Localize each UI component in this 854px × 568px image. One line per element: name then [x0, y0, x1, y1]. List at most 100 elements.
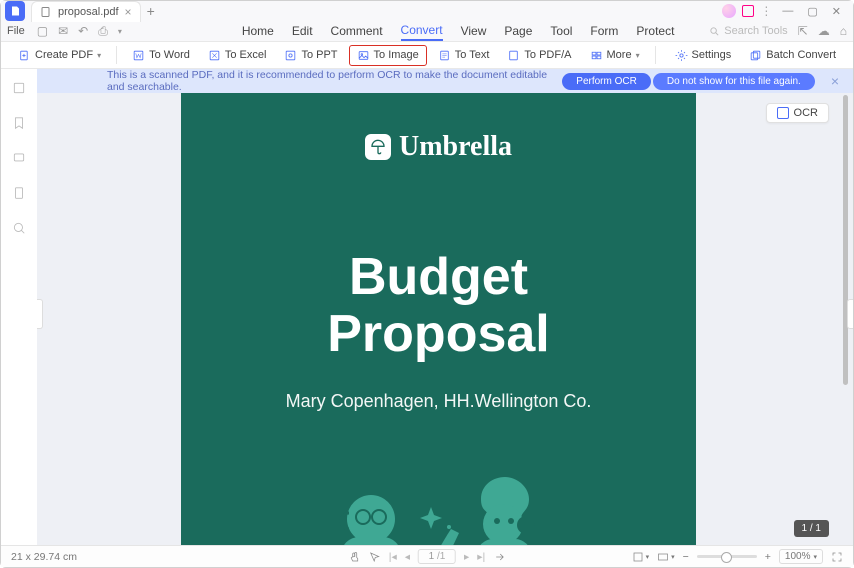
mail-icon[interactable]: ✉: [58, 24, 68, 38]
undo-icon[interactable]: ↶: [78, 24, 88, 38]
zoom-value[interactable]: 100%▾: [779, 549, 823, 564]
to-excel-button[interactable]: To Excel: [201, 46, 274, 65]
home-icon[interactable]: ⌂: [840, 24, 847, 38]
image-icon: [357, 49, 370, 62]
batch-icon: [749, 49, 762, 62]
ribbon-toolbar: Create PDF ▾ To Word To Excel To PPT To …: [1, 41, 853, 69]
pdf-tab-icon: [40, 6, 52, 18]
umbrella-icon: [365, 134, 391, 160]
new-tab-button[interactable]: +: [147, 3, 155, 19]
tab-tool[interactable]: Tool: [550, 22, 572, 40]
comments-icon[interactable]: [12, 151, 26, 168]
page-dimensions: 21 x 29.74 cm: [11, 551, 77, 563]
fullscreen-icon[interactable]: [831, 551, 843, 563]
dont-show-button[interactable]: Do not show for this file again.: [653, 73, 815, 90]
window-maximize[interactable]: ▢: [807, 5, 817, 18]
page-number-input[interactable]: 1 /1: [418, 549, 456, 564]
create-pdf-icon: [18, 49, 31, 62]
last-page-icon[interactable]: ▸|: [477, 551, 485, 563]
document-canvas[interactable]: This is a scanned PDF, and it is recomme…: [37, 69, 853, 545]
hand-tool-icon[interactable]: [349, 551, 361, 563]
extension-icon[interactable]: [742, 5, 754, 17]
tab-home[interactable]: Home: [242, 22, 274, 40]
tab-convert[interactable]: Convert: [401, 21, 443, 41]
settings-button[interactable]: Settings: [668, 46, 739, 65]
prev-page-icon[interactable]: ◂: [405, 551, 410, 563]
quick-access-toolbar: ▢ ✉ ↶ ⎙ ▾: [37, 24, 122, 39]
to-ppt-button[interactable]: To PPT: [277, 46, 344, 65]
brand-name: Umbrella: [399, 131, 512, 163]
more-menu-icon[interactable]: ⋮: [760, 4, 772, 18]
next-page-icon[interactable]: ▸: [464, 551, 469, 563]
gear-icon: [675, 49, 688, 62]
search-panel-icon[interactable]: [12, 221, 26, 238]
tab-form[interactable]: Form: [590, 22, 618, 40]
create-pdf-button[interactable]: Create PDF ▾: [11, 46, 108, 65]
scrollbar-thumb[interactable]: [843, 95, 848, 385]
window-close[interactable]: ✕: [832, 5, 841, 18]
main-tabs: Home Edit Comment Convert View Page Tool…: [242, 21, 675, 41]
to-text-button[interactable]: To Text: [431, 46, 497, 65]
page-navigation: |◂ ◂ 1 /1 ▸ ▸|: [349, 549, 506, 564]
batch-convert-button[interactable]: Batch Convert: [742, 46, 843, 65]
document-tab[interactable]: proposal.pdf ×: [31, 1, 141, 22]
document-page: Umbrella Budget Proposal Mary Copenhagen…: [181, 69, 696, 545]
attachments-icon[interactable]: [12, 186, 26, 203]
left-side-rail: [1, 69, 37, 545]
main-area: This is a scanned PDF, and it is recomme…: [1, 69, 853, 545]
title-bar: proposal.pdf × + ⋮ — ▢ ✕: [1, 1, 853, 21]
pdfa-icon: [507, 49, 520, 62]
to-image-button[interactable]: To Image: [349, 45, 427, 66]
share-icon[interactable]: ⇱: [798, 24, 808, 38]
bookmarks-icon[interactable]: [12, 116, 26, 133]
ocr-badge-icon: [777, 107, 789, 119]
word-icon: [132, 49, 145, 62]
excel-icon: [208, 49, 221, 62]
tab-page[interactable]: Page: [504, 22, 532, 40]
illustration: [181, 469, 696, 545]
to-word-button[interactable]: To Word: [125, 46, 197, 65]
search-tools[interactable]: Search Tools: [709, 25, 787, 37]
app-icon: [5, 1, 25, 21]
file-menu[interactable]: File: [7, 25, 25, 37]
tab-view[interactable]: View: [461, 22, 487, 40]
tab-protect[interactable]: Protect: [636, 22, 674, 40]
tab-edit[interactable]: Edit: [292, 22, 313, 40]
fit-mode-icon[interactable]: ▾: [657, 551, 675, 563]
view-mode-icon[interactable]: ▾: [632, 551, 650, 563]
zoom-slider[interactable]: [697, 555, 757, 558]
select-tool-icon[interactable]: [369, 551, 381, 563]
to-pdfa-button[interactable]: To PDF/A: [500, 46, 578, 65]
profile-avatar[interactable]: [722, 4, 736, 18]
tab-close-icon[interactable]: ×: [125, 5, 132, 19]
menu-bar: File ▢ ✉ ↶ ⎙ ▾ Home Edit Comment Convert…: [1, 21, 853, 41]
zoom-out-icon[interactable]: −: [683, 551, 689, 563]
more-icon: [590, 49, 603, 62]
window-minimize[interactable]: —: [782, 5, 793, 17]
expand-right-handle[interactable]: [847, 299, 853, 329]
text-icon: [438, 49, 451, 62]
banner-close-icon[interactable]: ×: [831, 73, 839, 89]
document-title: Budget Proposal: [181, 249, 696, 363]
thumbnails-icon[interactable]: [12, 81, 26, 98]
perform-ocr-button[interactable]: Perform OCR: [562, 73, 651, 90]
jump-icon[interactable]: [493, 551, 505, 563]
ocr-banner: This is a scanned PDF, and it is recomme…: [37, 69, 853, 93]
more-button[interactable]: More ▾: [583, 46, 647, 65]
print-icon[interactable]: ⎙: [98, 24, 108, 39]
dropdown-icon[interactable]: ▾: [118, 27, 122, 36]
tab-title: proposal.pdf: [58, 6, 119, 18]
ocr-message: This is a scanned PDF, and it is recomme…: [47, 69, 562, 93]
expand-left-handle[interactable]: [37, 299, 43, 329]
document-author: Mary Copenhagen, HH.Wellington Co.: [181, 391, 696, 412]
zoom-in-icon[interactable]: +: [765, 551, 771, 563]
status-bar: 21 x 29.74 cm |◂ ◂ 1 /1 ▸ ▸| ▾ ▾ − + 100…: [1, 545, 853, 567]
page-indicator-badge: 1 / 1: [794, 520, 829, 537]
ppt-icon: [284, 49, 297, 62]
brand-row: Umbrella: [181, 131, 696, 163]
save-icon[interactable]: ▢: [37, 24, 48, 38]
cloud-icon[interactable]: ☁: [818, 24, 830, 38]
tab-comment[interactable]: Comment: [331, 22, 383, 40]
first-page-icon[interactable]: |◂: [389, 551, 397, 563]
ocr-float-button[interactable]: OCR: [766, 103, 829, 123]
